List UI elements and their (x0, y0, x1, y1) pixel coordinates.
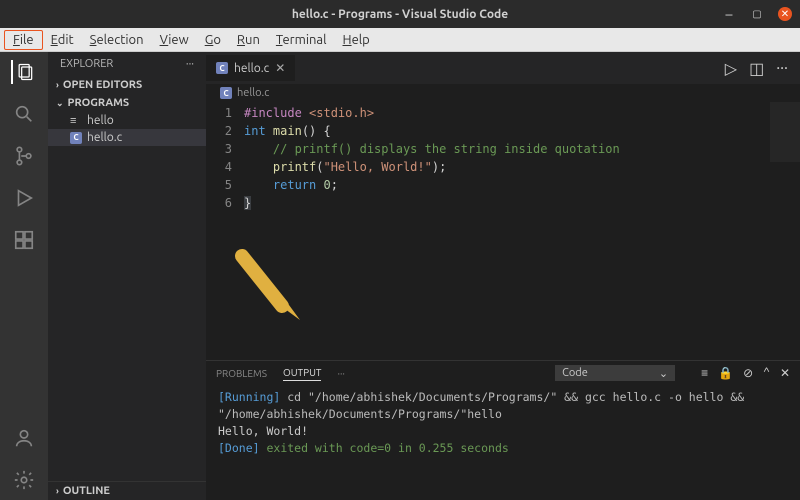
titlebar: hello.c - Programs - Visual Studio Code … (0, 0, 800, 28)
split-editor-icon[interactable]: ◫ (749, 59, 764, 78)
extensions-icon[interactable] (12, 228, 36, 252)
tab-bar: C hello.c ✕ ▷ ◫ ··· (206, 52, 800, 84)
line-gutter: 1 2 3 4 5 6 (206, 102, 244, 360)
line-number: 1 (206, 104, 232, 122)
line-number: 3 (206, 140, 232, 158)
code-editor[interactable]: 1 2 3 4 5 6 #include <stdio.h> int main(… (206, 102, 800, 360)
search-icon[interactable] (12, 102, 36, 126)
accounts-icon[interactable] (12, 426, 36, 450)
file-item-hello-c[interactable]: C hello.c (48, 129, 206, 146)
output-channel-select[interactable]: Code (555, 365, 675, 381)
bottom-panel: PROBLEMS OUTPUT ··· Code ≡ 🔒 ⊘ ^ ✕ [Runn… (206, 360, 800, 500)
output-text: exited with code=0 in 0.255 seconds (260, 441, 509, 455)
close-icon[interactable]: ✕ (778, 7, 792, 21)
code-token: } (244, 196, 251, 210)
project-section[interactable]: ⌄ PROGRAMS (48, 94, 206, 112)
chevron-down-icon: ⌄ (56, 98, 64, 109)
output-tab[interactable]: OUTPUT (283, 365, 322, 381)
outline-section[interactable]: › OUTLINE (48, 481, 206, 500)
minimize-icon[interactable]: – (722, 7, 736, 21)
menu-go[interactable]: Go (197, 31, 229, 49)
output-content[interactable]: [Running] cd "/home/abhishek/Documents/P… (206, 385, 800, 461)
code-token: #include (244, 106, 302, 120)
editor-area: C hello.c ✕ ▷ ◫ ··· C hello.c 1 2 3 4 5 … (206, 52, 800, 500)
menu-edit[interactable]: Edit (43, 31, 82, 49)
c-file-icon: C (216, 62, 228, 74)
code-token: () { (302, 124, 331, 138)
code-token: "Hello, World!" (323, 160, 431, 174)
breadcrumb-file: hello.c (237, 87, 269, 99)
clear-icon[interactable]: ⊘ (743, 366, 753, 380)
sidebar-header: EXPLORER ··· (48, 52, 206, 76)
panel-more-icon[interactable]: ··· (337, 368, 344, 379)
c-file-icon: C (70, 132, 82, 144)
tab-hello-c[interactable]: C hello.c ✕ (206, 55, 296, 81)
file-label: hello.c (87, 131, 122, 144)
run-icon[interactable]: ▷ (725, 59, 737, 78)
menu-file[interactable]: File (4, 30, 43, 50)
panel-actions: ≡ 🔒 ⊘ ^ ✕ (701, 366, 790, 380)
menubar: File Edit Selection View Go Run Terminal… (0, 28, 800, 52)
open-editors-section[interactable]: › OPEN EDITORS (48, 76, 206, 94)
c-file-icon: C (220, 87, 232, 99)
expand-icon[interactable]: ^ (763, 366, 770, 380)
file-item-hello[interactable]: ≡ hello (48, 112, 206, 129)
code-token: int (244, 124, 266, 138)
tab-label: hello.c (234, 62, 269, 75)
code-lines[interactable]: #include <stdio.h> int main() { // print… (244, 102, 800, 360)
line-number: 2 (206, 122, 232, 140)
code-token: <stdio.h> (302, 106, 374, 120)
open-editors-label: OPEN EDITORS (63, 79, 142, 91)
line-number: 4 (206, 158, 232, 176)
output-text: cd "/home/abhishek/Documents/Programs/" … (218, 390, 744, 421)
menu-help[interactable]: Help (335, 31, 378, 49)
list-icon[interactable]: ≡ (701, 366, 708, 380)
line-number: 6 (206, 194, 232, 212)
panel-tabs: PROBLEMS OUTPUT ··· Code ≡ 🔒 ⊘ ^ ✕ (206, 361, 800, 385)
explorer-title: EXPLORER (60, 58, 113, 70)
menu-selection[interactable]: Selection (82, 31, 152, 49)
explorer-icon[interactable] (11, 60, 35, 84)
breadcrumb[interactable]: C hello.c (206, 84, 800, 102)
main-layout: EXPLORER ··· › OPEN EDITORS ⌄ PROGRAMS ≡ h… (0, 52, 800, 500)
more-actions-icon[interactable]: ··· (776, 59, 788, 78)
sidebar: EXPLORER ··· › OPEN EDITORS ⌄ PROGRAMS ≡ h… (48, 52, 206, 500)
code-token: 0 (323, 178, 330, 192)
menu-run[interactable]: Run (229, 31, 268, 49)
close-tab-icon[interactable]: ✕ (275, 61, 285, 75)
chevron-right-icon: › (56, 486, 59, 496)
lock-icon[interactable]: 🔒 (718, 366, 733, 380)
file-label: hello (87, 114, 114, 127)
chevron-right-icon: › (56, 80, 59, 90)
output-text: Hello, World! (218, 424, 308, 438)
code-token: printf (244, 160, 316, 174)
code-token: main (266, 124, 302, 138)
run-debug-icon[interactable] (12, 186, 36, 210)
code-token: // printf() displays the string inside q… (244, 142, 620, 156)
maximize-icon[interactable]: ▢ (750, 7, 764, 21)
file-icon: ≡ (70, 115, 82, 127)
activity-bar (0, 52, 48, 500)
output-tag: [Done] (218, 441, 260, 455)
window-title: hello.c - Programs - Visual Studio Code (292, 8, 508, 21)
output-tag: [Running] (218, 390, 280, 404)
editor-actions: ▷ ◫ ··· (725, 59, 800, 78)
close-panel-icon[interactable]: ✕ (780, 366, 790, 380)
code-token: return (244, 178, 323, 192)
settings-gear-icon[interactable] (12, 468, 36, 492)
window-controls: – ▢ ✕ (722, 7, 792, 21)
outline-label: OUTLINE (63, 485, 110, 497)
more-icon[interactable]: ··· (186, 58, 194, 70)
minimap[interactable] (770, 102, 800, 162)
menu-view[interactable]: View (152, 31, 197, 49)
menu-terminal[interactable]: Terminal (268, 31, 335, 49)
code-token: ); (432, 160, 446, 174)
code-token: ; (331, 178, 338, 192)
source-control-icon[interactable] (12, 144, 36, 168)
project-label: PROGRAMS (68, 97, 130, 109)
line-number: 5 (206, 176, 232, 194)
problems-tab[interactable]: PROBLEMS (216, 366, 267, 381)
select-value: Code (562, 367, 588, 379)
